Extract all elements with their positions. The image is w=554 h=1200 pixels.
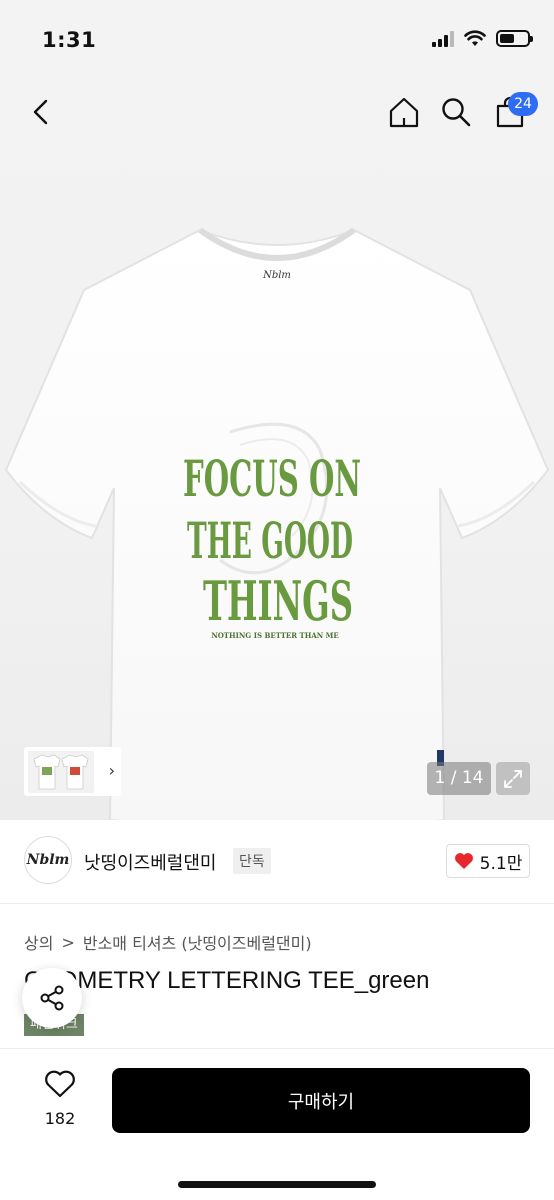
- top-navigation: [0, 80, 554, 144]
- back-button[interactable]: [20, 90, 64, 134]
- wishlist-count: 182: [44, 1109, 76, 1128]
- home-icon: [389, 97, 419, 128]
- expand-icon: [504, 769, 522, 788]
- product-image-area[interactable]: Nblm FOCUS ON THE GOOD THINGS NOTHING IS…: [0, 80, 554, 820]
- search-button[interactable]: [434, 90, 478, 134]
- graphic-line-1: FOCUS ON: [183, 449, 361, 508]
- svg-text:THE GOOD: THE GOOD: [187, 511, 353, 570]
- battery-icon: [496, 30, 533, 47]
- tshirt-graphic: FOCUS ON THE GOOD THINGS NOTHING IS BETT…: [183, 449, 361, 640]
- wifi-icon: [464, 30, 486, 46]
- breadcrumb: 상의 > 반소매 티셔츠 (낫띵이즈베럴댄미): [24, 930, 312, 954]
- chevron-right-icon[interactable]: ›: [109, 761, 115, 780]
- home-button[interactable]: [382, 90, 426, 134]
- brand-logo[interactable]: Nblm: [24, 836, 72, 884]
- share-button[interactable]: [22, 968, 82, 1028]
- buy-button[interactable]: 구매하기: [112, 1068, 530, 1133]
- wishlist-button[interactable]: 182: [34, 1069, 86, 1128]
- product-title: GEOMETRY LETTERING TEE_green: [24, 967, 430, 994]
- cart-count-badge: 24: [508, 92, 538, 116]
- graphic-line-2: THE GOOD: [187, 511, 353, 570]
- graphic-subline: NOTHING IS BETTER THAN ME: [211, 631, 338, 640]
- status-time: 1:31: [42, 28, 97, 52]
- bottom-action-bar: 182 구매하기: [0, 1048, 554, 1200]
- graphic-line-3: THINGS: [203, 569, 353, 633]
- brand-like-button[interactable]: 5.1만: [446, 844, 530, 878]
- chevron-left-icon: [33, 99, 48, 125]
- svg-text:NOTHING IS BETTER THAN ME: NOTHING IS BETTER THAN ME: [211, 631, 338, 640]
- home-indicator: [178, 1181, 376, 1188]
- exclusive-badge: 단독: [233, 848, 271, 874]
- brand-row: Nblm 낫띵이즈베럴댄미 단독 5.1만: [0, 820, 554, 904]
- thumbnail-strip[interactable]: ›: [24, 747, 121, 796]
- svg-text:THINGS: THINGS: [203, 569, 353, 633]
- cellular-signal-icon: [432, 30, 454, 47]
- search-icon: [442, 98, 471, 127]
- heart-filled-icon: [454, 853, 473, 869]
- breadcrumb-subcategory[interactable]: 반소매 티셔츠 (낫띵이즈베럴댄미): [83, 930, 312, 954]
- share-icon: [40, 985, 64, 1011]
- heart-outline-icon: [45, 1070, 75, 1098]
- status-icons: [432, 30, 533, 47]
- status-bar: 1:31: [0, 0, 554, 80]
- breadcrumb-category[interactable]: 상의: [24, 930, 53, 954]
- expand-image-button[interactable]: [496, 762, 530, 795]
- svg-text:FOCUS ON: FOCUS ON: [183, 449, 361, 508]
- brand-name[interactable]: 낫띵이즈베럴댄미: [84, 849, 216, 875]
- image-page-counter: 1 / 14: [427, 762, 491, 795]
- brand-like-count: 5.1만: [479, 853, 523, 874]
- breadcrumb-separator: >: [61, 932, 75, 952]
- thumbnail-image[interactable]: [28, 750, 94, 793]
